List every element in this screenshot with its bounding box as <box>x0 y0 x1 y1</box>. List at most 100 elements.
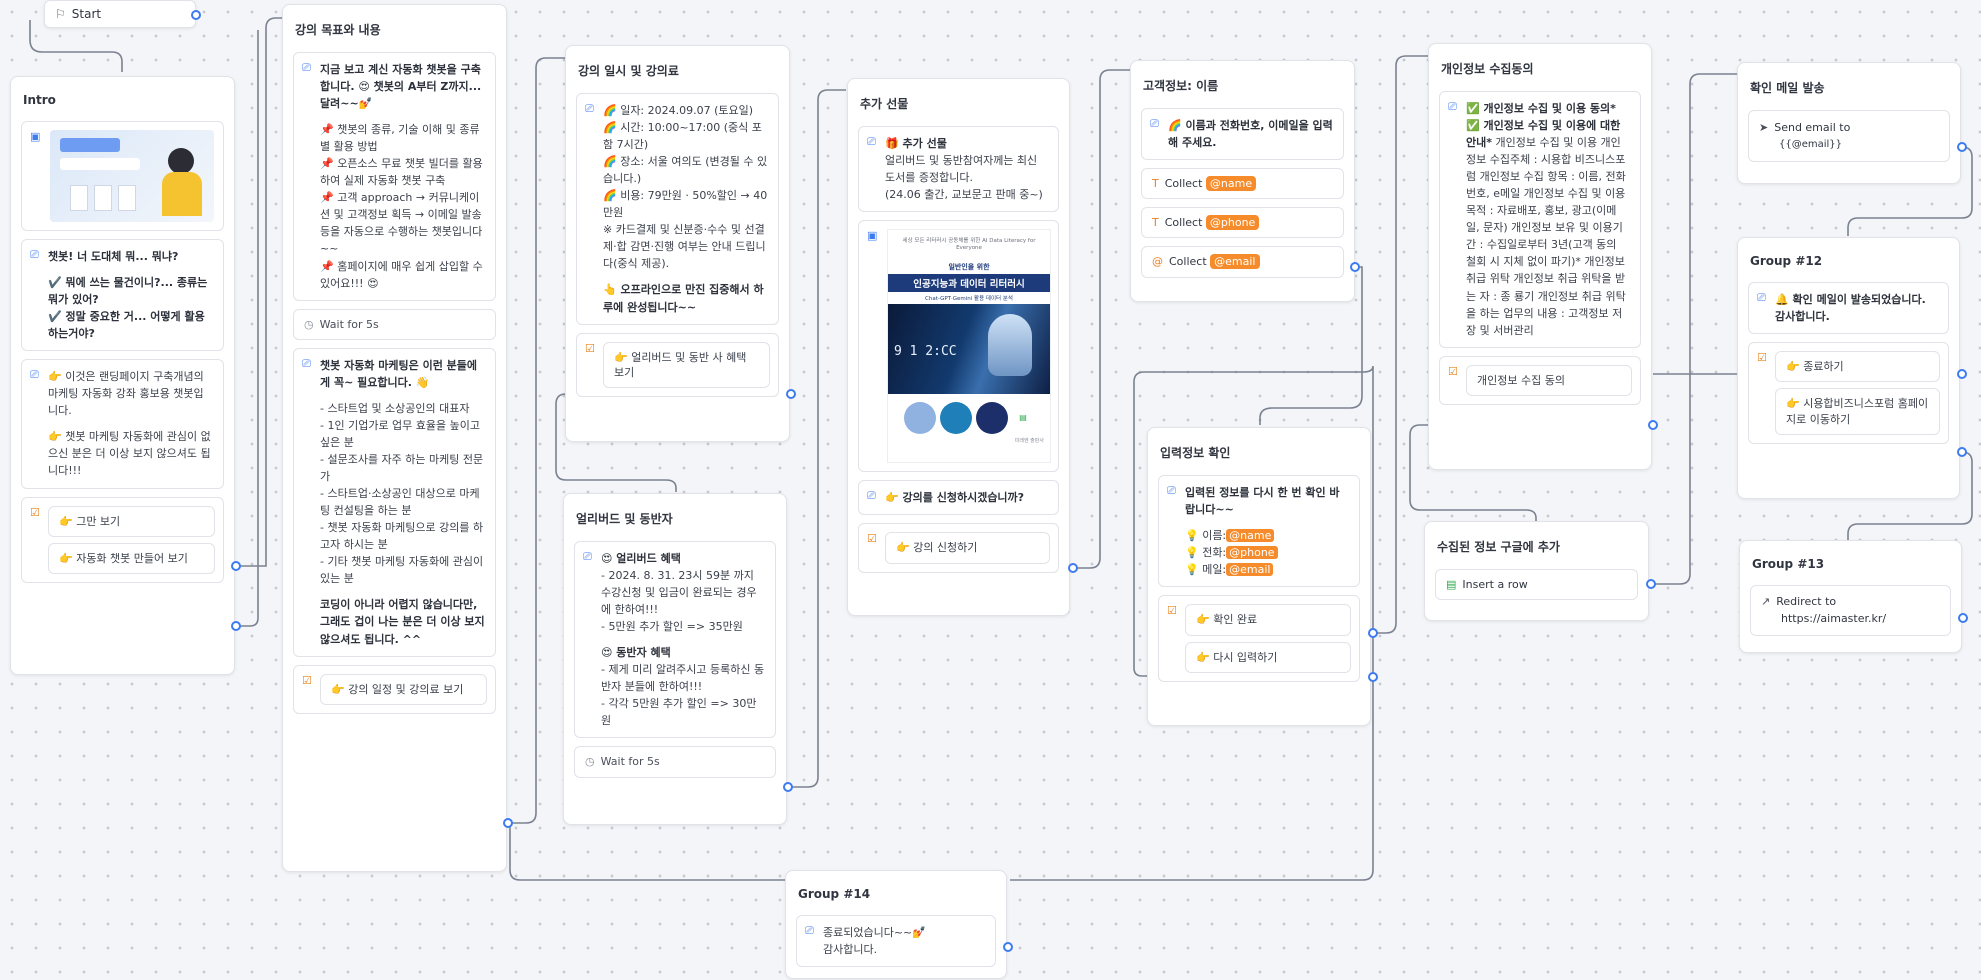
buttons-block: ☑ 👉 강의 신청하기 <box>858 523 1059 573</box>
group-schedule[interactable]: 강의 일시 및 강의료 ⎚ 🌈 일자: 2024.09.07 (토요일) 🌈 시… <box>565 45 790 442</box>
homepage-port[interactable] <box>1957 447 1967 457</box>
group-13[interactable]: Group #13 ↗ Redirect to https://aimaster.… <box>1739 540 1962 653</box>
schedule-button-port[interactable] <box>786 389 796 399</box>
group-title: 고객정보: 이름 <box>1143 79 1219 93</box>
group-12[interactable]: Group #12 ⎚ 🔔 확인 메일이 발송되었습니다. 감사합니다. ☑ 👉… <box>1737 237 1960 499</box>
text-block-question: ⎚ 챗봇! 너 도대체 뭐... 뭐냐? ✔️ 뭐에 쓰는 물건이니?... 종… <box>21 239 224 352</box>
text-line: 지금 보고 계신 자동화 챗봇을 구축합니다. 😍 챗봇의 A부터 Z까지...… <box>320 63 482 111</box>
text-line: 챗봇! 너 도대체 뭐... 뭐냐? <box>48 250 179 263</box>
insert-row-block[interactable]: ▤ Insert a row <box>1435 569 1638 601</box>
buttons-block: ☑ 👉 확인 완료 👉 다시 입력하기 <box>1158 595 1360 683</box>
goals-button-port[interactable] <box>503 818 513 828</box>
confirm-row: 💡 이름: @name <box>1185 527 1349 544</box>
group-title: 강의 목표와 내용 <box>295 23 381 37</box>
text-line: 👆 오프라인으로 만진 집중해서 하루에 완성됩니다~~ <box>603 283 764 314</box>
build-chatbot-button[interactable]: 👉 자동화 챗봇 만들어 보기 <box>48 542 215 575</box>
group-early-bird[interactable]: 얼리버드 및 동반자 ⎚ 😍 얼리버드 혜택 - 2024. 8. 31. 23… <box>563 493 787 825</box>
re-enter-button[interactable]: 👉 다시 입력하기 <box>1185 641 1351 674</box>
text-line: - 제게 미리 알려주시고 등록하신 동반자 분들에 한하여!!! <box>601 663 765 694</box>
consent-button-port[interactable] <box>1648 420 1658 430</box>
text-line: 감사합니다. <box>823 943 878 957</box>
clock-icon: ◷ <box>585 755 595 769</box>
group-send-mail[interactable]: 확인 메일 발송 ➤ Send email to {{@email}} <box>1737 62 1961 184</box>
confirm-done-button[interactable]: 👉 확인 완료 <box>1185 604 1351 636</box>
send-icon: ➤ <box>1759 121 1769 134</box>
badge-icon <box>976 402 1008 435</box>
chat-bubble-icon: ⎚ <box>30 248 39 261</box>
send-email-label: Send email to <box>1774 121 1851 134</box>
confirm-done-port[interactable] <box>1368 628 1378 638</box>
mail-port[interactable] <box>1957 142 1967 152</box>
text-block-schedule: ⎚ 🌈 일자: 2024.09.07 (토요일) 🌈 시간: 10:00~17:… <box>576 93 779 325</box>
image-icon: ▣ <box>30 130 41 143</box>
collect-phone-block[interactable]: T Collect @phone <box>1141 207 1344 239</box>
apply-course-button[interactable]: 👉 강의 신청하기 <box>885 532 1050 564</box>
wait-block: ◷ Wait for 5s <box>293 308 496 340</box>
text-line: 코딩이 아니라 어렵지 않습니다만, 그래도 겁이 나는 분은 더 이상 보지 … <box>320 598 485 646</box>
customer-email-port[interactable] <box>1350 262 1360 272</box>
sheet-port[interactable] <box>1646 579 1656 589</box>
edge-intro-goals-1 <box>236 17 283 567</box>
group-gift[interactable]: 추가 선물 ⎚ 🎁 추가 선물 얼리버드 및 동반참여자께는 최신 도서를 증정… <box>847 78 1070 616</box>
text-block-confirm: ⎚ 입력된 정보를 다시 한 번 확인 바랍니다~~ 💡 이름: @name 💡 … <box>1158 475 1360 588</box>
group-14[interactable]: Group #14 ⎚ 종료되었습니다~~💅 감사합니다. <box>785 870 1007 979</box>
row-key: 💡 이름: <box>1185 529 1227 543</box>
gift-button-port[interactable] <box>1068 563 1078 573</box>
external-link-icon: ↗ <box>1761 595 1771 608</box>
book-cover-image: 세상 모든 리터러시 공동체를 위한 AI Data Literacy for … <box>887 229 1051 464</box>
text-line: 📌 챗봇의 종류, 기술 이해 및 종류별 활용 방법 <box>320 123 480 154</box>
group-consent[interactable]: 개인정보 수집동의 ⎚ ✅ 개인정보 수집 및 이용 동의* ✅ 개인정보 수집… <box>1428 43 1652 470</box>
buttons-block: ☑ 👉 종료하기 👉 시용합비즈니스포럼 홈페이지로 이동하기 <box>1748 342 1949 445</box>
stop-button[interactable]: 👉 그만 보기 <box>48 505 215 537</box>
homepage-button[interactable]: 👉 시용합비즈니스포럼 홈페이지로 이동하기 <box>1775 388 1940 436</box>
group-google-sheet[interactable]: 수집된 정보 구글에 추가 ▤ Insert a row <box>1424 521 1649 621</box>
text-line: 📌 고객 approach → 커뮤니케이션 및 고객정보 획득 → 이메일 발… <box>320 191 483 256</box>
text-line: 📌 홈페이지에 매우 쉽게 삽입할 수 있어요!!! 😍 <box>320 259 483 290</box>
text-line: 🌈 일자: 2024.09.07 (토요일) <box>603 104 754 117</box>
intro-button-port-2[interactable] <box>231 621 241 631</box>
send-email-block[interactable]: ➤ Send email to {{@email}} <box>1748 110 1950 162</box>
row-key: 💡 전화: <box>1185 546 1227 560</box>
chat-bubble-icon: ⎚ <box>805 924 814 937</box>
text-line: 🌈 장소: 서울 여의도 (변경될 수 있습니다.) <box>603 155 768 186</box>
group-confirm[interactable]: 입력정보 확인 ⎚ 입력된 정보를 다시 한 번 확인 바랍니다~~ 💡 이름:… <box>1147 427 1371 726</box>
row-value: @name <box>1226 529 1275 543</box>
text-block-goals: ⎚ 지금 보고 계신 자동화 챗봇을 구축합니다. 😍 챗봇의 A부터 Z까지.… <box>293 52 496 301</box>
confirm-row: 💡 전화: @phone <box>1185 544 1349 561</box>
edge-goals-g14 <box>509 823 786 881</box>
end-port[interactable] <box>1003 942 1013 952</box>
collect-label: Collect <box>1164 216 1203 230</box>
exit-button[interactable]: 👉 종료하기 <box>1775 351 1940 383</box>
text-block-benefits: ⎚ 😍 얼리버드 혜택 - 2024. 8. 31. 23시 59분 까지 수강… <box>574 541 776 739</box>
redirect-block[interactable]: ↗ Redirect to https://aimaster.kr/ <box>1750 585 1951 636</box>
group-intro[interactable]: Intro ▣ ⎚ 챗봇! 너 도대체 뭐... 뭐냐? ✔️ 뭐에 쓰는 물건… <box>10 76 235 675</box>
schedule-button[interactable]: 👉 강의 일정 및 강의료 보기 <box>320 673 487 705</box>
variable-email: @email <box>1210 254 1260 270</box>
redirect-port[interactable] <box>1958 613 1968 623</box>
early-bird-button[interactable]: 👉 얼리버드 및 동반 사 혜택 보기 <box>603 341 770 389</box>
exit-port[interactable] <box>1957 369 1967 379</box>
text-line: - 5만원 추가 할인 => 35만원 <box>601 620 743 634</box>
collect-email-block[interactable]: @ Collect @email <box>1141 246 1344 278</box>
group-title: 확인 메일 발송 <box>1750 81 1825 95</box>
text-line: ✔️ 정말 중요한 거... 어떻게 활용하는거야? <box>48 310 205 341</box>
start-port[interactable] <box>191 10 201 20</box>
wait-block: ◷ Wait for 5s <box>574 746 776 778</box>
consent-agree-button[interactable]: 개인정보 수집 동의 <box>1466 364 1632 397</box>
insert-row-label: Insert a row <box>1462 578 1528 591</box>
text-line: ※ 카드결제 및 신분증·수수 및 선결제·합 감면·진행 여부는 안내 드립니… <box>603 223 766 271</box>
start-node[interactable]: ⚐ Start <box>44 0 196 28</box>
group-customer-info[interactable]: 고객정보: 이름 ⎚ 🌈 이름과 전화번호, 이메일을 입력해 주세요. T Co… <box>1130 60 1355 302</box>
group-goals[interactable]: 강의 목표와 내용 ⎚ 지금 보고 계신 자동화 챗봇을 구축합니다. 😍 챗봇… <box>282 4 507 872</box>
intro-button-port-1[interactable] <box>231 561 241 571</box>
early-wait-port[interactable] <box>783 782 793 792</box>
book-top-text: 세상 모든 리터러시 공동체를 위한 AI Data Literacy for … <box>902 238 1036 252</box>
email-recipient: {{@email}} <box>1779 138 1843 150</box>
text-block-target: ⎚ 챗봇 자동화 마케팅은 이런 분들에게 꼭~ 필요합니다. 👋 - 스타트업… <box>293 347 496 657</box>
collect-name-block[interactable]: T Collect @name <box>1141 168 1344 200</box>
text-line: - 스타트업 및 소상공인의 대표자 <box>320 401 470 415</box>
redirect-url[interactable]: https://aimaster.kr/ <box>1761 611 1940 628</box>
confirm-row: 💡 메일: @email <box>1185 561 1349 578</box>
re-enter-port[interactable] <box>1368 672 1378 682</box>
text-line: (24.06 출간, 교보문고 판매 중~) <box>885 188 1043 202</box>
